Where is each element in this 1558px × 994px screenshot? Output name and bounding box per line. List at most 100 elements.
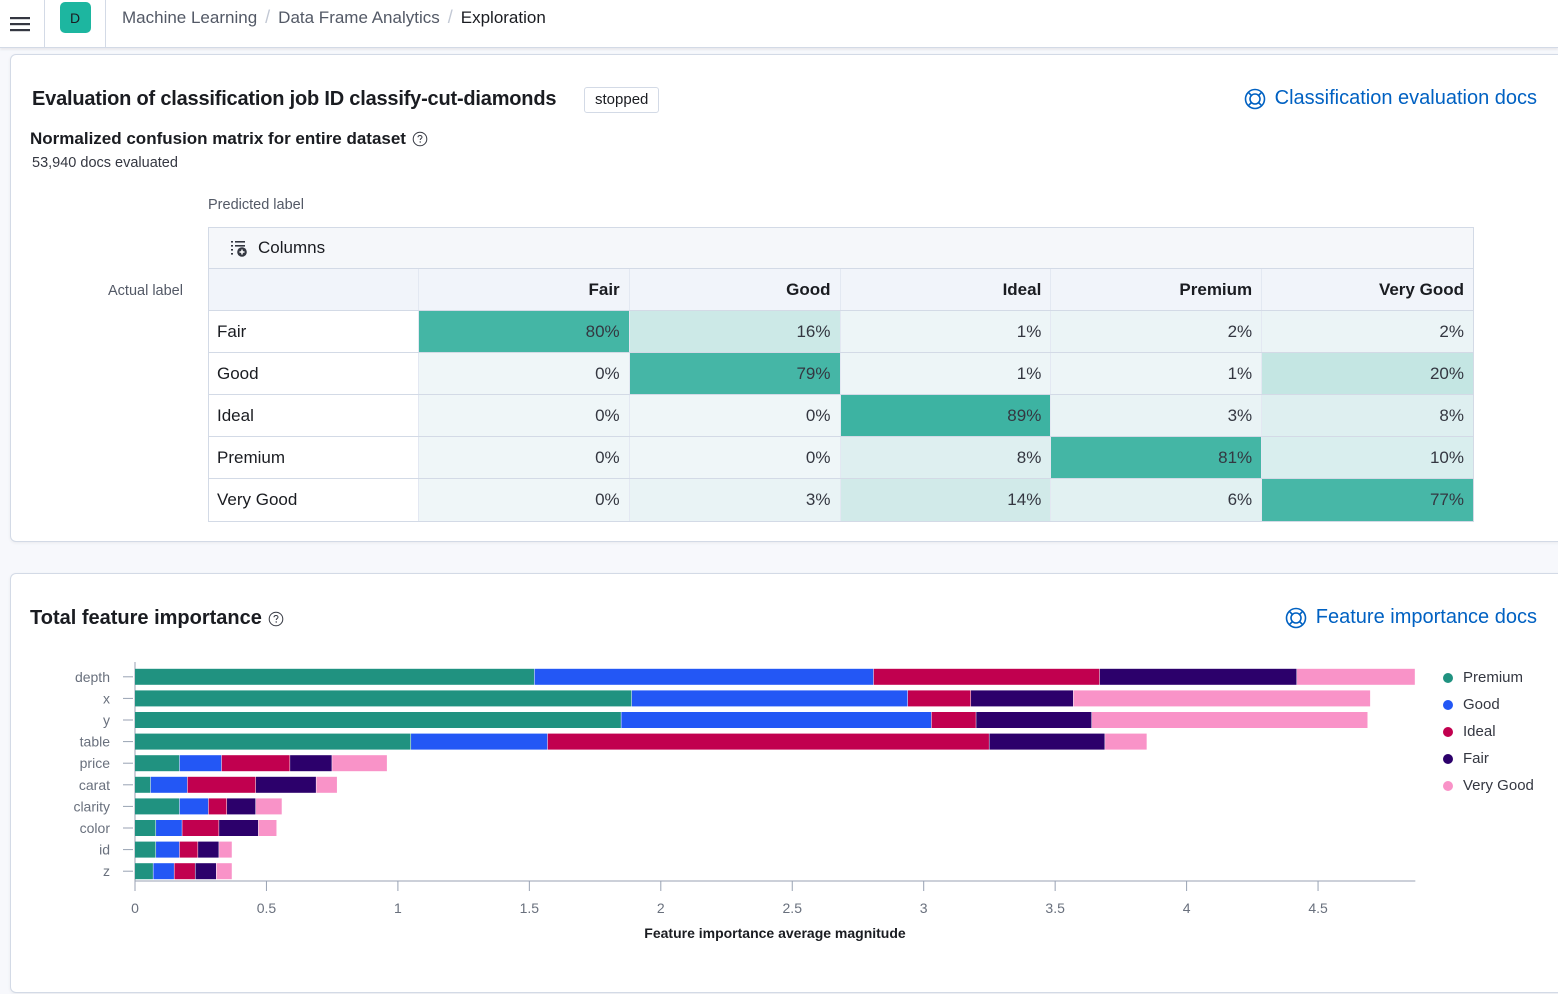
bar-segment-premium[interactable] [135, 863, 153, 880]
column-header-ideal[interactable]: Ideal [841, 269, 1052, 310]
bar-segment-good[interactable] [179, 755, 222, 772]
bar-segment-fair[interactable] [198, 841, 219, 858]
bar-segment-good[interactable] [153, 863, 174, 880]
predicted-label-axis: Predicted label [208, 197, 304, 213]
matrix-cell: 2% [1051, 311, 1263, 352]
x-tick-label: 4 [1183, 900, 1191, 916]
legend-label: Ideal [1463, 723, 1496, 740]
matrix-cell: 8% [1262, 395, 1473, 436]
breadcrumb-machine-learning[interactable]: Machine Learning [122, 8, 257, 28]
bar-segment-premium[interactable] [135, 712, 621, 728]
legend-item-fair[interactable]: Fair [1443, 745, 1534, 772]
bar-segment-fair[interactable] [219, 820, 259, 836]
evaluation-title: Evaluation of classification job ID clas… [32, 88, 557, 110]
legend-dot-icon [1443, 780, 1453, 791]
header-divider [105, 0, 106, 48]
bar-segment-ideal[interactable] [179, 841, 198, 858]
matrix-cell: 0% [418, 353, 630, 394]
bar-segment-ideal[interactable] [873, 668, 1100, 685]
bar-segment-fair[interactable] [195, 863, 216, 880]
bar-segment-good[interactable] [156, 820, 182, 836]
bar-segment-premium[interactable] [135, 841, 156, 858]
legend-item-good[interactable]: Good [1443, 691, 1534, 718]
bar-segment-good[interactable] [156, 841, 180, 858]
legend-dot-icon [1443, 699, 1453, 710]
y-tick-label: color [80, 820, 111, 836]
bar-segment-ideal[interactable] [547, 733, 989, 750]
bar-segment-fair[interactable] [976, 712, 1092, 728]
bar-segment-premium[interactable] [135, 755, 180, 772]
matrix-cell: 1% [840, 311, 1052, 352]
legend-item-ideal[interactable]: Ideal [1443, 718, 1534, 745]
menu-button[interactable] [0, 0, 44, 48]
bar-segment-very-good[interactable] [316, 776, 337, 793]
bar-segment-good[interactable] [631, 690, 908, 707]
column-header-fair[interactable]: Fair [419, 269, 630, 310]
y-tick-label: id [99, 842, 110, 858]
breadcrumb-data-frame-analytics[interactable]: Data Frame Analytics [278, 8, 440, 28]
bar-segment-fair[interactable] [989, 733, 1105, 750]
bar-segment-premium[interactable] [135, 690, 632, 707]
row-label: Fair [209, 311, 419, 352]
bar-segment-fair[interactable] [255, 776, 316, 793]
breadcrumb-separator: / [447, 7, 453, 27]
classification-docs-label: Classification evaluation docs [1274, 87, 1537, 109]
legend-item-very-good[interactable]: Very Good [1443, 772, 1534, 799]
bar-segment-very-good[interactable] [216, 863, 232, 880]
bar-segment-ideal[interactable] [208, 798, 227, 815]
bar-segment-premium[interactable] [135, 776, 151, 793]
bar-segment-ideal[interactable] [182, 820, 219, 836]
bar-segment-ideal[interactable] [221, 755, 290, 772]
bar-segment-good[interactable] [179, 798, 209, 815]
x-tick-label: 1 [394, 900, 402, 916]
bar-segment-premium[interactable] [135, 798, 180, 815]
y-tick-label: price [80, 755, 111, 771]
confusion-matrix-title-text: Normalized confusion matrix for entire d… [30, 129, 406, 148]
bar-segment-ideal[interactable] [907, 690, 971, 707]
matrix-cell: 16% [629, 311, 841, 352]
bar-segment-ideal[interactable] [174, 863, 195, 880]
x-axis-label: Feature importance average magnitude [644, 925, 906, 941]
bar-segment-very-good[interactable] [1091, 712, 1368, 728]
bar-segment-premium[interactable] [135, 733, 411, 750]
matrix-cell: 10% [1262, 437, 1473, 478]
bar-segment-very-good[interactable] [1105, 733, 1147, 750]
bar-segment-ideal[interactable] [187, 776, 256, 793]
matrix-cell: 14% [840, 479, 1052, 521]
bar-segment-good[interactable] [534, 668, 874, 685]
bar-segment-good[interactable] [621, 712, 932, 728]
bar-segment-very-good[interactable] [332, 755, 387, 772]
matrix-cell: 1% [840, 353, 1052, 394]
space-avatar[interactable]: D [59, 2, 91, 33]
bar-segment-good[interactable] [411, 733, 548, 750]
column-header-good[interactable]: Good [630, 269, 841, 310]
evaluation-panel: Evaluation of classification job ID clas… [10, 54, 1558, 542]
columns-button-label: Columns [258, 238, 326, 257]
bar-segment-very-good[interactable] [1297, 668, 1415, 685]
bar-segment-fair[interactable] [290, 755, 332, 772]
column-header-very-good[interactable]: Very Good [1262, 269, 1473, 310]
bar-segment-fair[interactable] [227, 798, 256, 815]
bar-segment-premium[interactable] [135, 820, 156, 836]
column-header-premium[interactable]: Premium [1051, 269, 1263, 310]
bar-segment-premium[interactable] [135, 668, 535, 685]
question-circle-icon[interactable] [412, 131, 428, 147]
x-tick-label: 2 [657, 900, 665, 916]
legend-dot-icon [1443, 753, 1453, 764]
bar-segment-very-good[interactable] [255, 798, 282, 815]
row-label: Ideal [209, 395, 419, 436]
bar-segment-fair[interactable] [971, 690, 1074, 707]
bar-segment-very-good[interactable] [258, 820, 277, 836]
columns-button[interactable]: Columns [209, 228, 1473, 269]
bar-segment-fair[interactable] [1099, 668, 1297, 685]
matrix-cell: 8% [840, 437, 1052, 478]
legend-label: Premium [1463, 669, 1524, 686]
legend-item-premium[interactable]: Premium [1443, 664, 1534, 691]
bar-segment-ideal[interactable] [931, 712, 976, 728]
classification-docs-link[interactable]: Classification evaluation docs [1244, 87, 1537, 110]
bar-segment-very-good[interactable] [1073, 690, 1371, 707]
legend-dot-icon [1443, 672, 1453, 683]
bar-segment-good[interactable] [150, 776, 188, 793]
actual-label-axis: Actual label [108, 283, 183, 299]
bar-segment-very-good[interactable] [219, 841, 232, 858]
